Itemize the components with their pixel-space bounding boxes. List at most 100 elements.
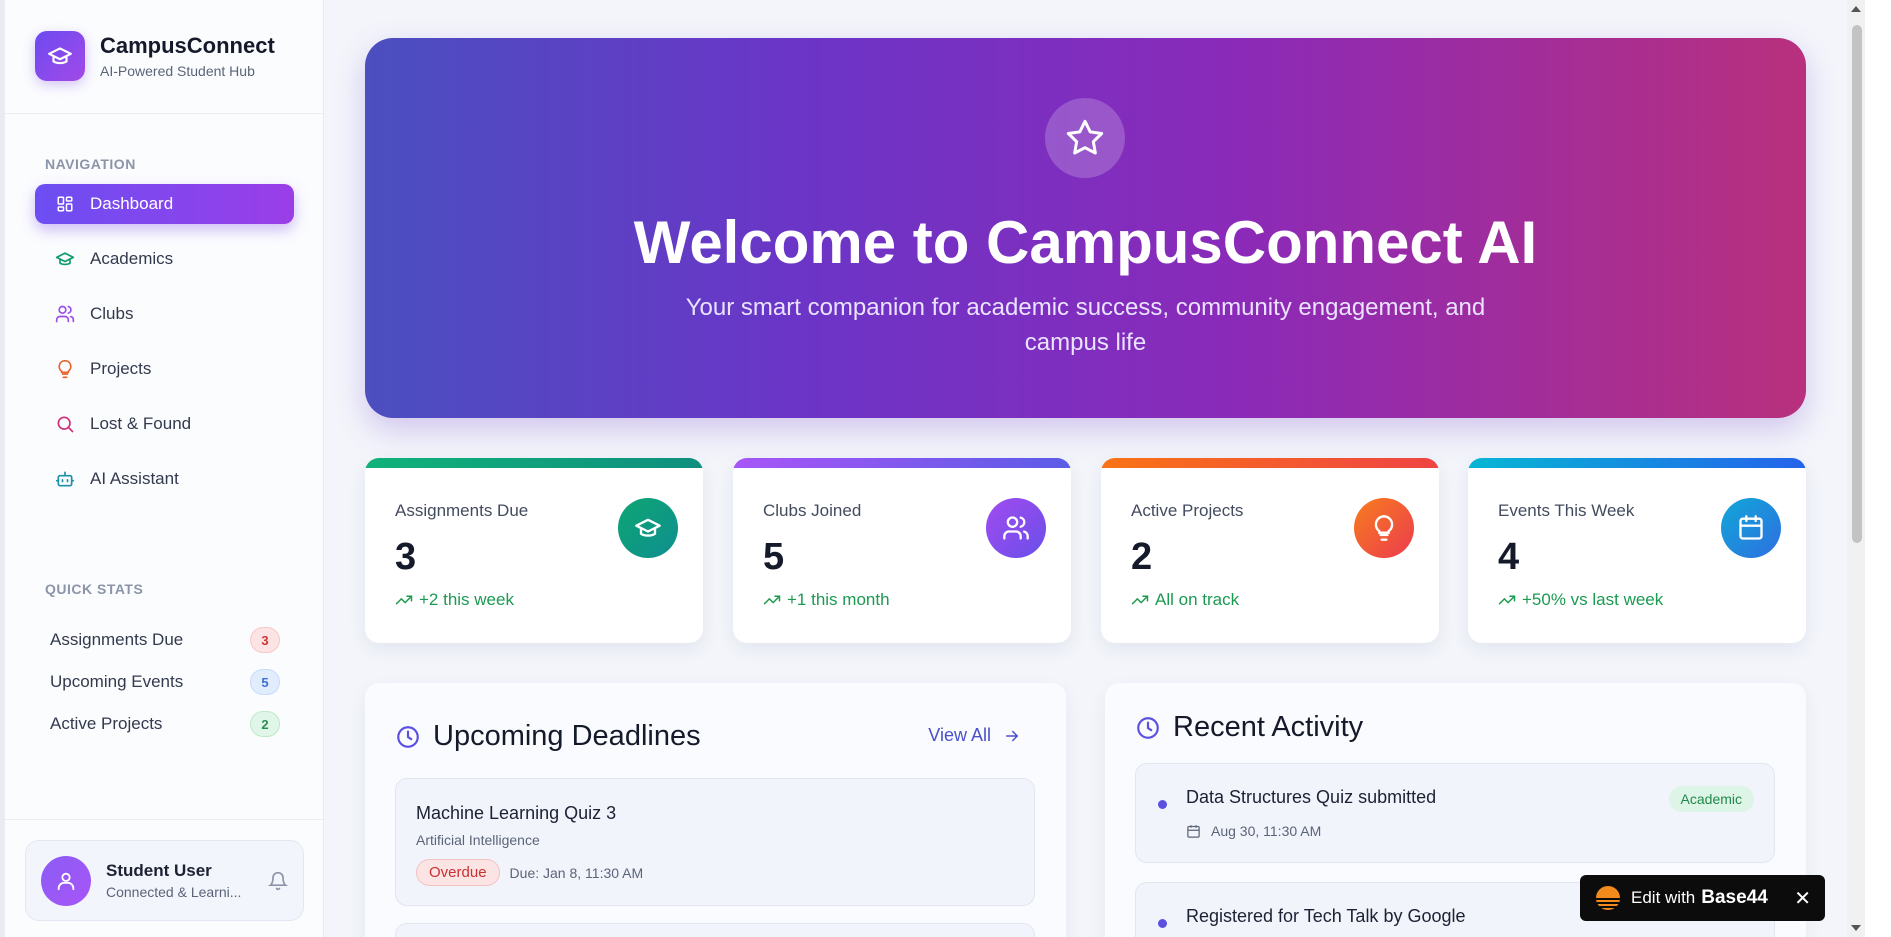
sidebar-item-ai-assistant[interactable]: AI Assistant <box>35 459 294 499</box>
brand-name: CampusConnect <box>100 33 275 58</box>
graduation-cap-icon <box>55 249 75 269</box>
quick-stat-label: Active Projects <box>50 714 163 733</box>
sidebar: CampusConnect AI-Powered Student Hub NAV… <box>0 0 324 937</box>
sidebar-item-label: AI Assistant <box>90 469 179 488</box>
view-all-link[interactable]: View All <box>928 725 1021 746</box>
trending-up-icon <box>395 595 413 605</box>
user-card[interactable]: Student User Connected & Learni... <box>25 840 304 921</box>
card-accent-bar <box>365 458 703 468</box>
sidebar-item-label: Academics <box>90 249 174 268</box>
sidebar-item-lost-found[interactable]: Lost & Found <box>35 404 294 444</box>
count-badge: 5 <box>250 669 280 695</box>
deadline-item[interactable]: Machine Learning Quiz 3 Artificial Intel… <box>395 778 1035 906</box>
sidebar-item-label: Projects <box>90 359 152 378</box>
stat-card-events[interactable]: Events This Week 4 +50% vs last week <box>1468 458 1806 643</box>
base44-brand: Base44 <box>1701 887 1768 908</box>
hero-title: Welcome to CampusConnect AI <box>633 209 1538 276</box>
base44-logo-icon <box>1596 886 1620 910</box>
sidebar-item-label: Clubs <box>90 304 134 323</box>
panel-title: Upcoming Deadlines <box>395 720 701 753</box>
clock-icon <box>397 725 419 748</box>
users-icon <box>986 498 1046 558</box>
clock-icon <box>1137 716 1159 739</box>
calendar-icon <box>1721 498 1781 558</box>
stat-card-value: 5 <box>763 536 785 578</box>
edit-with-base44-button[interactable]: Edit with Base44 ✕ <box>1580 875 1825 921</box>
avatar <box>41 855 91 906</box>
deadline-due: Due: Jan 8, 11:30 AM <box>509 864 644 881</box>
sidebar-item-label: Dashboard <box>90 194 174 213</box>
trending-up-icon <box>1498 595 1516 605</box>
search-icon <box>55 414 75 434</box>
card-accent-bar <box>1468 458 1806 468</box>
stat-card-value: 4 <box>1498 536 1520 578</box>
quick-stat-assignments[interactable]: Assignments Due 3 <box>50 619 280 661</box>
stat-card-label: Events This Week <box>1498 501 1635 520</box>
sidebar-item-label: Lost & Found <box>90 414 192 433</box>
star-icon <box>1045 98 1125 178</box>
lightbulb-icon <box>55 359 75 379</box>
close-icon[interactable]: ✕ <box>1794 886 1811 911</box>
deadline-title: Machine Learning Quiz 3 <box>416 803 617 823</box>
sidebar-nav: Dashboard Academics Clubs Projects Lost … <box>35 184 294 514</box>
trending-up-icon <box>763 595 781 605</box>
trending-up-icon <box>1131 595 1149 605</box>
graduation-cap-icon <box>35 31 85 81</box>
stat-card-label: Active Projects <box>1131 501 1244 520</box>
stat-card-trend-text: +50% vs last week <box>1522 590 1664 609</box>
base44-prefix: Edit with <box>1631 888 1696 907</box>
activity-dot <box>1158 919 1167 928</box>
stat-card-assignments[interactable]: Assignments Due 3 +2 this week <box>365 458 703 643</box>
quick-stat-projects[interactable]: Active Projects 2 <box>50 703 280 745</box>
arrow-right-icon <box>1006 730 1019 741</box>
stat-card-projects[interactable]: Active Projects 2 All on track <box>1101 458 1439 643</box>
activity-title: Recent Activity <box>1173 711 1364 743</box>
hero-banner: Welcome to CampusConnect AI Your smart c… <box>365 38 1806 418</box>
sidebar-item-academics[interactable]: Academics <box>35 239 294 279</box>
deadlines-title: Upcoming Deadlines <box>433 720 701 752</box>
bell-icon[interactable] <box>267 871 289 896</box>
stat-card-clubs[interactable]: Clubs Joined 5 +1 this month <box>733 458 1071 643</box>
stat-cards: Assignments Due 3 +2 this week Clubs Joi… <box>365 458 1806 643</box>
window-edge <box>1865 0 1891 937</box>
divider <box>5 113 323 114</box>
brand[interactable]: CampusConnect AI-Powered Student Hub <box>35 31 275 81</box>
card-accent-bar <box>1101 458 1439 468</box>
card-accent-bar <box>733 458 1071 468</box>
quick-stat-events[interactable]: Upcoming Events 5 <box>50 661 280 703</box>
scrollbar-thumb[interactable] <box>1852 25 1862 543</box>
activity-item-title: Data Structures Quiz submitted <box>1186 787 1437 807</box>
quick-stats-label: QUICK STATS <box>45 581 144 597</box>
divider <box>5 819 323 820</box>
activity-dot <box>1158 800 1167 809</box>
activity-item-date: Aug 30, 11:30 AM <box>1186 823 1321 839</box>
quick-stat-label: Assignments Due <box>50 630 184 649</box>
dashboard-icon <box>55 194 75 214</box>
nav-section-label: NAVIGATION <box>45 156 136 172</box>
stat-card-trend-text: +1 this month <box>787 590 890 609</box>
deadlines-panel: Upcoming Deadlines View All Machine Lear… <box>365 683 1066 937</box>
deadline-item[interactable] <box>395 923 1035 937</box>
deadline-subject: Artificial Intelligence <box>416 832 540 848</box>
category-badge: Academic <box>1668 786 1754 812</box>
panel-title: Recent Activity <box>1135 711 1363 744</box>
stat-card-trend-text: +2 this week <box>419 590 514 609</box>
view-all-label: View All <box>928 725 991 745</box>
stat-card-trend: All on track <box>1131 590 1239 610</box>
graduation-cap-icon <box>618 498 678 558</box>
activity-item[interactable]: Data Structures Quiz submitted Aug 30, 1… <box>1135 763 1775 863</box>
sidebar-item-dashboard[interactable]: Dashboard <box>35 184 294 224</box>
stat-card-value: 2 <box>1131 536 1153 578</box>
user-name: Student User <box>106 861 212 880</box>
sidebar-item-clubs[interactable]: Clubs <box>35 294 294 334</box>
deadline-meta: Overdue Due: Jan 8, 11:30 AM <box>416 859 643 886</box>
scroll-up-icon[interactable] <box>1851 6 1861 12</box>
stat-card-trend: +1 this month <box>763 590 890 610</box>
scroll-down-icon[interactable] <box>1851 925 1861 931</box>
stat-card-trend: +50% vs last week <box>1498 590 1663 610</box>
sidebar-item-projects[interactable]: Projects <box>35 349 294 389</box>
activity-item-title: Registered for Tech Talk by Google <box>1186 906 1466 926</box>
count-badge: 3 <box>250 627 280 653</box>
activity-date-text: Aug 30, 11:30 AM <box>1211 823 1322 839</box>
scrollbar[interactable] <box>1847 0 1865 937</box>
